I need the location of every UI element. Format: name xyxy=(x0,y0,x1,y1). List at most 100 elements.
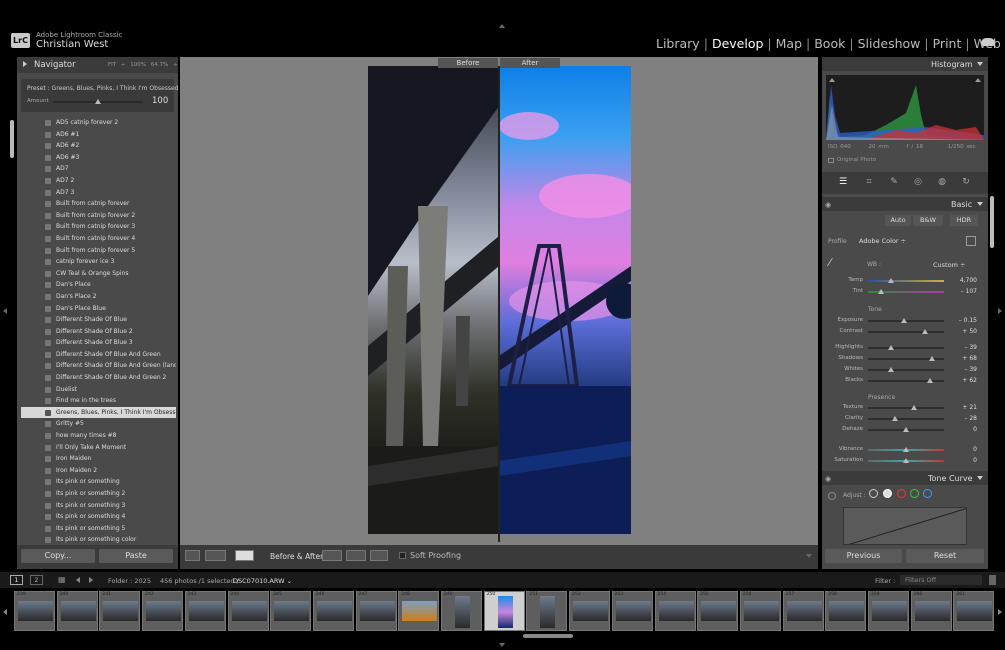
grid-view-icon[interactable]: ▦ xyxy=(58,575,66,584)
original-photo-checkbox[interactable] xyxy=(828,158,834,163)
filmstrip-thumbnail[interactable]: 260 xyxy=(910,591,952,631)
left-panel-toggle-icon[interactable] xyxy=(3,308,7,314)
filmstrip-scrollbar[interactable] xyxy=(523,634,573,638)
filmstrip-thumbnail[interactable]: 239 xyxy=(14,591,55,631)
basic-collapse-icon[interactable] xyxy=(977,202,983,206)
wb-eyedropper-icon[interactable]: ⁄ xyxy=(829,256,843,270)
preset-item[interactable]: CW Teal & Orange Spins xyxy=(21,268,176,280)
preset-item[interactable]: AD7 3 xyxy=(21,187,176,199)
filmstrip-thumbnail[interactable]: 258 xyxy=(825,591,867,631)
preset-item[interactable]: Different Shade Of Blue And Green xyxy=(21,349,176,361)
copy-before-to-after-button[interactable] xyxy=(322,550,342,561)
toolbar-menu-icon[interactable] xyxy=(806,554,812,558)
module-book[interactable]: Book xyxy=(814,36,845,51)
secondary-window-button[interactable]: 2 xyxy=(30,575,43,585)
right-panel-toggle-icon[interactable] xyxy=(998,308,1002,314)
primary-window-button[interactable]: 1 xyxy=(10,575,23,585)
copy-button[interactable]: Copy... xyxy=(21,549,95,563)
preset-item[interactable]: AD7 2 xyxy=(21,175,176,187)
module-map[interactable]: Map xyxy=(776,36,802,51)
preset-item[interactable]: Built from catnip forever 2 xyxy=(21,210,176,222)
preset-item[interactable]: how many times #8 xyxy=(21,430,176,442)
parametric-curve-icon[interactable] xyxy=(869,489,878,498)
slider-knob[interactable] xyxy=(877,289,884,294)
filmstrip-thumbnail[interactable]: 249 xyxy=(441,591,482,631)
before-after-divider[interactable] xyxy=(498,66,500,542)
healing-icon[interactable]: ✎ xyxy=(889,177,899,187)
loupe-view-button[interactable] xyxy=(185,550,200,561)
cloud-sync-icon[interactable] xyxy=(981,38,995,46)
preset-item[interactable]: Its pink or something 4 xyxy=(21,511,176,523)
module-library[interactable]: Library xyxy=(656,36,700,51)
preset-item[interactable]: Different Shade Of Blue 2 xyxy=(21,326,176,338)
preset-item[interactable]: Different Shade Of Blue xyxy=(21,314,176,326)
wb-dropdown[interactable]: Custom ÷ xyxy=(933,261,965,269)
slider-value[interactable]: + 68 xyxy=(949,355,977,362)
treatment-bw-button[interactable]: B&W xyxy=(913,215,943,226)
preset-item[interactable]: I'll Only Take A Moment xyxy=(21,442,176,454)
preset-item[interactable]: Built from catnip forever 3 xyxy=(21,221,176,233)
crop-icon[interactable]: ⌗ xyxy=(864,177,874,187)
module-print[interactable]: Print xyxy=(933,36,962,51)
tone-curve-graph[interactable] xyxy=(843,507,967,545)
preset-item[interactable]: Its pink or something xyxy=(21,476,176,488)
preset-item[interactable]: Different Shade Of Blue 3 xyxy=(21,337,176,349)
slider-value[interactable]: + 21 xyxy=(949,404,977,411)
profile-browser-icon[interactable] xyxy=(966,236,976,246)
filmstrip-thumbnail[interactable]: 261 xyxy=(953,591,995,631)
filmstrip-thumbnail[interactable]: 246 xyxy=(312,591,354,631)
filmstrip-thumbnail[interactable]: 245 xyxy=(270,591,312,631)
preset-item[interactable]: Dan's Place Blue xyxy=(21,303,176,315)
preset-item[interactable]: AD6 #2 xyxy=(21,140,176,152)
filmstrip-thumbnail[interactable]: 243 xyxy=(184,591,226,631)
highlight-clipping-icon[interactable] xyxy=(975,78,981,82)
filmstrip-thumbnail[interactable]: 252 xyxy=(569,591,611,631)
amount-value[interactable]: 100 xyxy=(152,96,168,106)
after-photo[interactable] xyxy=(499,66,631,534)
paste-button[interactable]: Paste xyxy=(99,549,173,563)
slider-track[interactable] xyxy=(868,418,944,420)
slider-knob[interactable] xyxy=(928,356,935,361)
slider-track[interactable] xyxy=(868,280,944,282)
preset-item[interactable]: Different Shade Of Blue And Green (land.… xyxy=(21,360,176,372)
slider-knob[interactable] xyxy=(892,416,899,421)
preset-item[interactable]: Its pink or something 3 xyxy=(21,500,176,512)
preset-item[interactable]: Greens, Blues, Pinks, I Think I'm Obsess… xyxy=(21,406,176,419)
histogram-collapse-icon[interactable] xyxy=(977,62,983,66)
filmstrip-thumbnail[interactable]: 248 xyxy=(398,591,440,631)
preset-item[interactable]: Its pink or something color xyxy=(21,534,176,545)
filmstrip-thumbnail[interactable]: 250 xyxy=(483,591,525,631)
filmstrip-thumbnail[interactable]: 254 xyxy=(654,591,696,631)
slider-track[interactable] xyxy=(868,369,944,371)
filmstrip-thumbnail[interactable]: 255 xyxy=(697,591,739,631)
previous-button[interactable]: Previous xyxy=(825,549,902,563)
red-channel-icon[interactable] xyxy=(897,489,906,498)
split-view-button[interactable] xyxy=(235,550,254,561)
slider-value[interactable]: 4,700 xyxy=(949,277,977,284)
preset-item[interactable]: Find me in the trees xyxy=(21,395,176,407)
slider-knob[interactable] xyxy=(903,458,909,463)
filmstrip-thumbnail[interactable]: 257 xyxy=(782,591,824,631)
slider-track[interactable] xyxy=(868,331,944,333)
slider-track[interactable] xyxy=(868,407,944,409)
module-slideshow[interactable]: Slideshow xyxy=(858,36,921,51)
filmstrip-thumbnail[interactable]: 256 xyxy=(739,591,781,631)
left-panel-scrollbar[interactable] xyxy=(10,120,14,158)
red-eye-icon[interactable]: ◎ xyxy=(913,177,923,187)
navigator-zoom-levels[interactable]: FIT ÷ 100% 64.7% ÷ xyxy=(108,62,178,68)
masking-icon[interactable]: ◍ xyxy=(937,177,947,187)
point-curve-icon[interactable] xyxy=(883,489,892,498)
slider-value[interactable]: – 107 xyxy=(949,288,977,295)
preset-item[interactable]: Dan's Place xyxy=(21,279,176,291)
shadow-clipping-icon[interactable] xyxy=(829,78,835,82)
right-panel-scrollbar[interactable] xyxy=(990,196,994,248)
slider-value[interactable]: 0 xyxy=(949,446,977,453)
profile-dropdown[interactable]: Adobe Color ÷ xyxy=(859,237,906,245)
preset-item[interactable]: AD6 #3 xyxy=(21,152,176,164)
filmstrip-thumbnail[interactable]: 244 xyxy=(227,591,269,631)
preset-item[interactable]: AD5 catnip forever 2 xyxy=(21,117,176,129)
slider-track[interactable] xyxy=(868,347,944,349)
slider-knob[interactable] xyxy=(887,278,894,283)
reset-button[interactable]: Reset xyxy=(906,549,984,563)
slider-track[interactable] xyxy=(868,380,944,382)
